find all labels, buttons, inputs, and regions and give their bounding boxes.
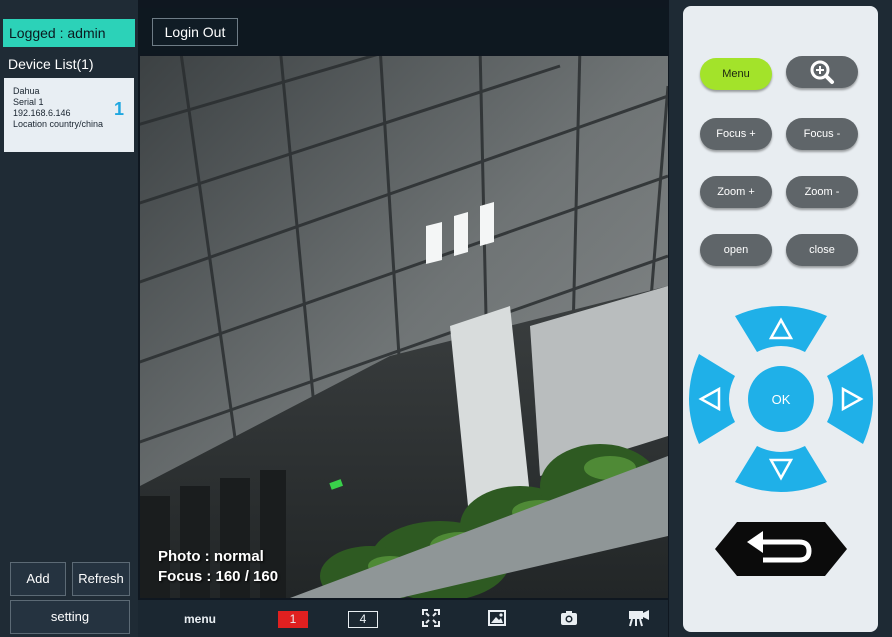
arrow-up-button[interactable] xyxy=(735,306,827,352)
fullscreen-icon[interactable] xyxy=(420,608,442,630)
photo-mode-text: Photo : normal xyxy=(158,548,264,565)
return-button[interactable] xyxy=(711,518,851,580)
record-icon[interactable] xyxy=(626,608,652,630)
iris-open-button[interactable]: open xyxy=(700,234,772,266)
setting-button[interactable]: setting xyxy=(10,600,130,634)
focus-value-text: Focus : 160 / 160 xyxy=(158,568,279,585)
zoom-magnify-button[interactable] xyxy=(786,56,858,88)
arrow-down-button[interactable] xyxy=(735,446,827,492)
camera-icon[interactable] xyxy=(558,608,580,630)
iris-close-button[interactable]: close xyxy=(786,234,858,266)
magnify-icon xyxy=(810,60,834,84)
camera-image xyxy=(140,56,668,598)
bottom-toolbar: menu 1 4 xyxy=(138,600,668,637)
ok-label: OK xyxy=(772,392,791,407)
arrow-right-button[interactable] xyxy=(827,354,873,444)
direction-pad: OK xyxy=(689,306,873,492)
image-icon[interactable] xyxy=(486,608,508,630)
ptz-control-panel: Menu Focus + Focus - Zoom + Zoom - open … xyxy=(669,0,892,637)
refresh-button[interactable]: Refresh xyxy=(72,562,130,596)
single-view-button[interactable]: 1 xyxy=(278,611,308,628)
app-window: Logged : admin Device List(1) Dahua Seri… xyxy=(0,0,892,637)
device-card[interactable]: Dahua Serial 1 192.168.6.146 Location co… xyxy=(4,78,134,152)
device-number: 1 xyxy=(113,99,124,119)
sidebar: Logged : admin Device List(1) Dahua Seri… xyxy=(0,0,138,637)
logged-in-label: Logged : admin xyxy=(3,19,135,47)
add-button[interactable]: Add xyxy=(10,562,66,596)
device-list-title: Device List(1) xyxy=(8,56,94,72)
menu-button[interactable]: Menu xyxy=(700,58,772,90)
zoom-plus-button[interactable]: Zoom + xyxy=(700,176,772,208)
ptz-panel-body: Menu Focus + Focus - Zoom + Zoom - open … xyxy=(683,6,878,632)
video-feed[interactable]: Photo : normal Focus : 160 / 160 xyxy=(140,56,668,598)
focus-minus-button[interactable]: Focus - xyxy=(786,118,858,150)
quad-view-button[interactable]: 4 xyxy=(348,611,378,628)
zoom-minus-button[interactable]: Zoom - xyxy=(786,176,858,208)
top-bar: Login Out xyxy=(138,8,668,54)
device-brand: Dahua xyxy=(13,86,40,96)
login-out-button[interactable]: Login Out xyxy=(152,18,238,46)
device-location: Location country/china xyxy=(13,119,104,129)
focus-plus-button[interactable]: Focus + xyxy=(700,118,772,150)
arrow-left-button[interactable] xyxy=(689,354,735,444)
menu-toolbar-button[interactable]: menu xyxy=(178,608,222,630)
